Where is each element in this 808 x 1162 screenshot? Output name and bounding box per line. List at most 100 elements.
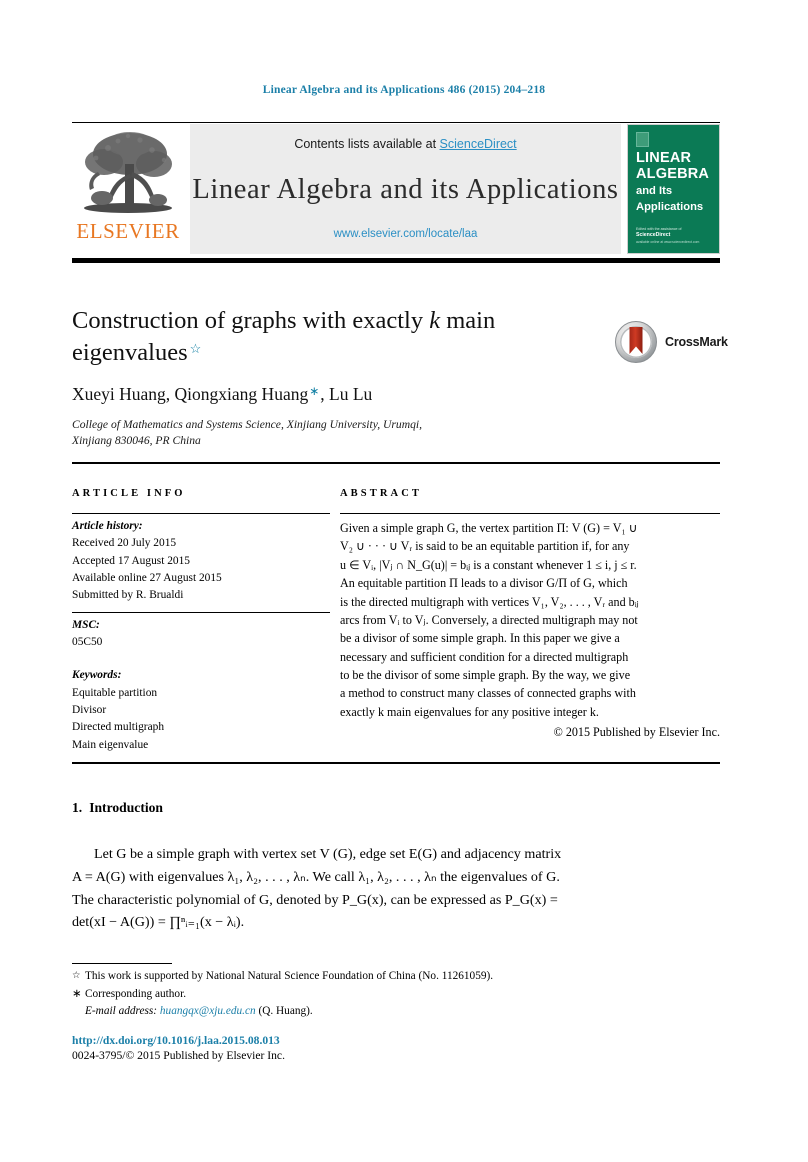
body-line: Let G be a simple graph with vertex set …	[94, 846, 562, 862]
crossmark-label: CrossMark	[665, 335, 728, 349]
title-variable-k: k	[429, 307, 441, 334]
title-part-3: eigenvalues	[72, 339, 188, 367]
title-block-bottom-rule	[72, 462, 720, 465]
keywords-block: Keywords: Equitable partition Divisor Di…	[72, 667, 330, 754]
affiliation-line-2: Xinjiang 830046, PR China	[72, 434, 201, 448]
page-title: Construction of graphs with exactly k ma…	[72, 305, 522, 370]
issn-copyright-line: 0024-3795/© 2015 Published by Elsevier I…	[72, 1049, 285, 1062]
journal-cover-thumbnail[interactable]: LINEAR ALGEBRA and Its Applications Edit…	[627, 124, 720, 254]
contents-available-line: Contents lists available at ScienceDirec…	[294, 137, 516, 151]
msc-block: MSC: 05C50	[72, 617, 330, 652]
keyword-item: Main eigenvalue	[72, 738, 149, 751]
abstract-heading: ABSTRACT	[340, 488, 422, 499]
msc-separator-rule	[72, 611, 330, 613]
section-title: Introduction	[89, 800, 163, 815]
abstract-line: be a divisor of some simple graph. In th…	[340, 631, 620, 646]
title-part-1: Construction of graphs with exactly	[72, 307, 430, 334]
abstract-rule	[340, 513, 720, 514]
keywords-label: Keywords:	[72, 669, 122, 682]
email-address-label: E-mail address:	[85, 1005, 158, 1018]
masthead-bottom-thick-rule	[72, 258, 720, 263]
abstract-line: exactly k main eigenvalues for any posit…	[340, 704, 599, 719]
history-submitted-by: Submitted by R. Brualdi	[72, 589, 184, 602]
abstract-line: necessary and sufficient condition for a…	[340, 649, 629, 664]
paper-page: Linear Algebra and its Applications 486 …	[0, 0, 808, 1162]
title-part-2: main	[440, 307, 496, 334]
contents-prefix: Contents lists available at	[294, 137, 440, 151]
abstract-line: u ∈ Vᵢ, |Vⱼ ∩ N_G(u)| = bᵢⱼ is a constan…	[340, 557, 637, 572]
cover-line-1: LINEAR	[636, 150, 692, 166]
cover-line-2: ALGEBRA	[636, 166, 710, 183]
sciencedirect-link[interactable]: ScienceDirect	[440, 137, 517, 151]
abstract-line: An equitable partition Π leads to a divi…	[340, 576, 628, 591]
footnote-block: ☆ This work is supported by National Nat…	[72, 968, 720, 1021]
elsevier-wordmark: ELSEVIER	[76, 219, 180, 243]
journal-masthead: ELSEVIER Contents lists available at Sci…	[72, 124, 720, 254]
section-heading-introduction: 1. Introduction	[72, 800, 163, 816]
crossmark-circle-icon	[615, 321, 657, 363]
history-accepted: Accepted 17 August 2015	[72, 554, 190, 567]
doi-link[interactable]: http://dx.doi.org/10.1016/j.laa.2015.08.…	[72, 1034, 280, 1047]
cover-footer-small: Edited with the assistance of	[636, 227, 682, 231]
title-footnote-star-icon[interactable]: ☆	[188, 341, 202, 356]
footnote-corresponding-text: Corresponding author.	[85, 987, 187, 1000]
abstract-line: V₂ ∪ · · · ∪ Vᵣ is said to be an equitab…	[340, 539, 630, 554]
abstract-line: a method to construct many classes of co…	[340, 686, 636, 701]
cover-footer-brand: ScienceDirect	[636, 232, 671, 238]
footnote-star-icon: ☆	[72, 971, 81, 981]
body-line: The characteristic polynomial of G, deno…	[72, 891, 558, 908]
introduction-paragraph: Let G be a simple graph with vertex set …	[72, 843, 720, 934]
footnote-separator-rule	[72, 963, 172, 964]
article-history-block: Article history: Received 20 July 2015 A…	[72, 518, 330, 605]
cover-footer-block: Edited with the assistance of ScienceDir…	[636, 227, 713, 244]
body-line: det(xI − A(G)) = ∏ⁿᵢ₌₁(x − λᵢ).	[72, 914, 245, 931]
article-info-rule	[72, 513, 330, 514]
keyword-item: Equitable partition	[72, 686, 158, 699]
abstract-column: ABSTRACT Given a simple graph G, the ver…	[340, 488, 720, 742]
msc-label: MSC:	[72, 618, 100, 631]
running-head: Linear Algebra and its Applications 486 …	[262, 84, 546, 96]
abstract-text: Given a simple graph G, the vertex parti…	[340, 519, 720, 742]
footnote-asterisk-icon: ∗	[72, 987, 82, 1000]
abstract-copyright: © 2015 Published by Elsevier Inc.	[553, 725, 720, 740]
cover-line-3: and Its	[636, 185, 673, 198]
masthead-center-panel: Contents lists available at ScienceDirec…	[190, 124, 621, 254]
abstract-line: Given a simple graph G, the vertex parti…	[340, 521, 638, 535]
cover-footer-tiny: available online at www.sciencedirect.co…	[636, 240, 700, 244]
article-info-heading: ARTICLE INFO	[72, 488, 186, 499]
footnote-funding-text: This work is supported by National Natur…	[85, 970, 494, 982]
author-list: Xueyi Huang, Qiongxiang Huang∗, Lu Lu	[72, 384, 592, 405]
authors-primary: Xueyi Huang, Qiongxiang Huang	[72, 384, 309, 404]
crossmark-badge[interactable]: CrossMark	[615, 320, 728, 364]
authors-secondary: , Lu Lu	[320, 384, 373, 404]
email-address-link[interactable]: huangqx@xju.edu.cn	[160, 1005, 256, 1017]
article-history-label: Article history:	[72, 520, 143, 532]
article-info-column: ARTICLE INFO Article history: Received 2…	[72, 488, 330, 754]
elsevier-logo: ELSEVIER	[72, 124, 184, 254]
section-number: 1.	[72, 800, 83, 815]
cover-emblem-icon	[636, 132, 649, 147]
corresponding-author-marker[interactable]: ∗	[308, 384, 320, 398]
footnote-email-row: E-mail address: huangqx@xju.edu.cn (Q. H…	[85, 1003, 720, 1021]
footnote-corresponding: ∗ Corresponding author.	[72, 986, 720, 1004]
affiliation: College of Mathematics and Systems Scien…	[72, 417, 502, 450]
elsevier-tree-icon	[78, 128, 178, 220]
journal-homepage-link[interactable]: www.elsevier.com/locate/laa	[334, 228, 478, 240]
abstract-line: to be the divisor of some simple graph. …	[340, 668, 631, 682]
footnote-funding: ☆ This work is supported by National Nat…	[72, 968, 720, 986]
cover-title-block: LINEAR ALGEBRA and Its Applications	[636, 150, 713, 214]
keyword-item: Directed multigraph	[72, 721, 165, 734]
abstract-line: is the directed multigraph with vertices…	[340, 594, 639, 609]
history-received: Received 20 July 2015	[72, 537, 177, 550]
masthead-top-rule	[72, 122, 720, 123]
history-available-online: Available online 27 August 2015	[72, 571, 222, 584]
email-owner: (Q. Huang).	[258, 1005, 313, 1018]
cover-line-4: Applications	[636, 201, 704, 214]
msc-value: 05C50	[72, 635, 103, 648]
journal-title: Linear Algebra and its Applications	[192, 173, 619, 205]
affiliation-line-1: College of Mathematics and Systems Scien…	[72, 418, 423, 431]
abstract-block-bottom-rule	[72, 762, 720, 764]
body-line: A = A(G) with eigenvalues λ₁, λ₂, . . . …	[72, 868, 560, 885]
abstract-line: arcs from Vᵢ to Vⱼ. Conversely, a direct…	[340, 612, 638, 627]
keyword-item: Divisor	[72, 703, 107, 716]
